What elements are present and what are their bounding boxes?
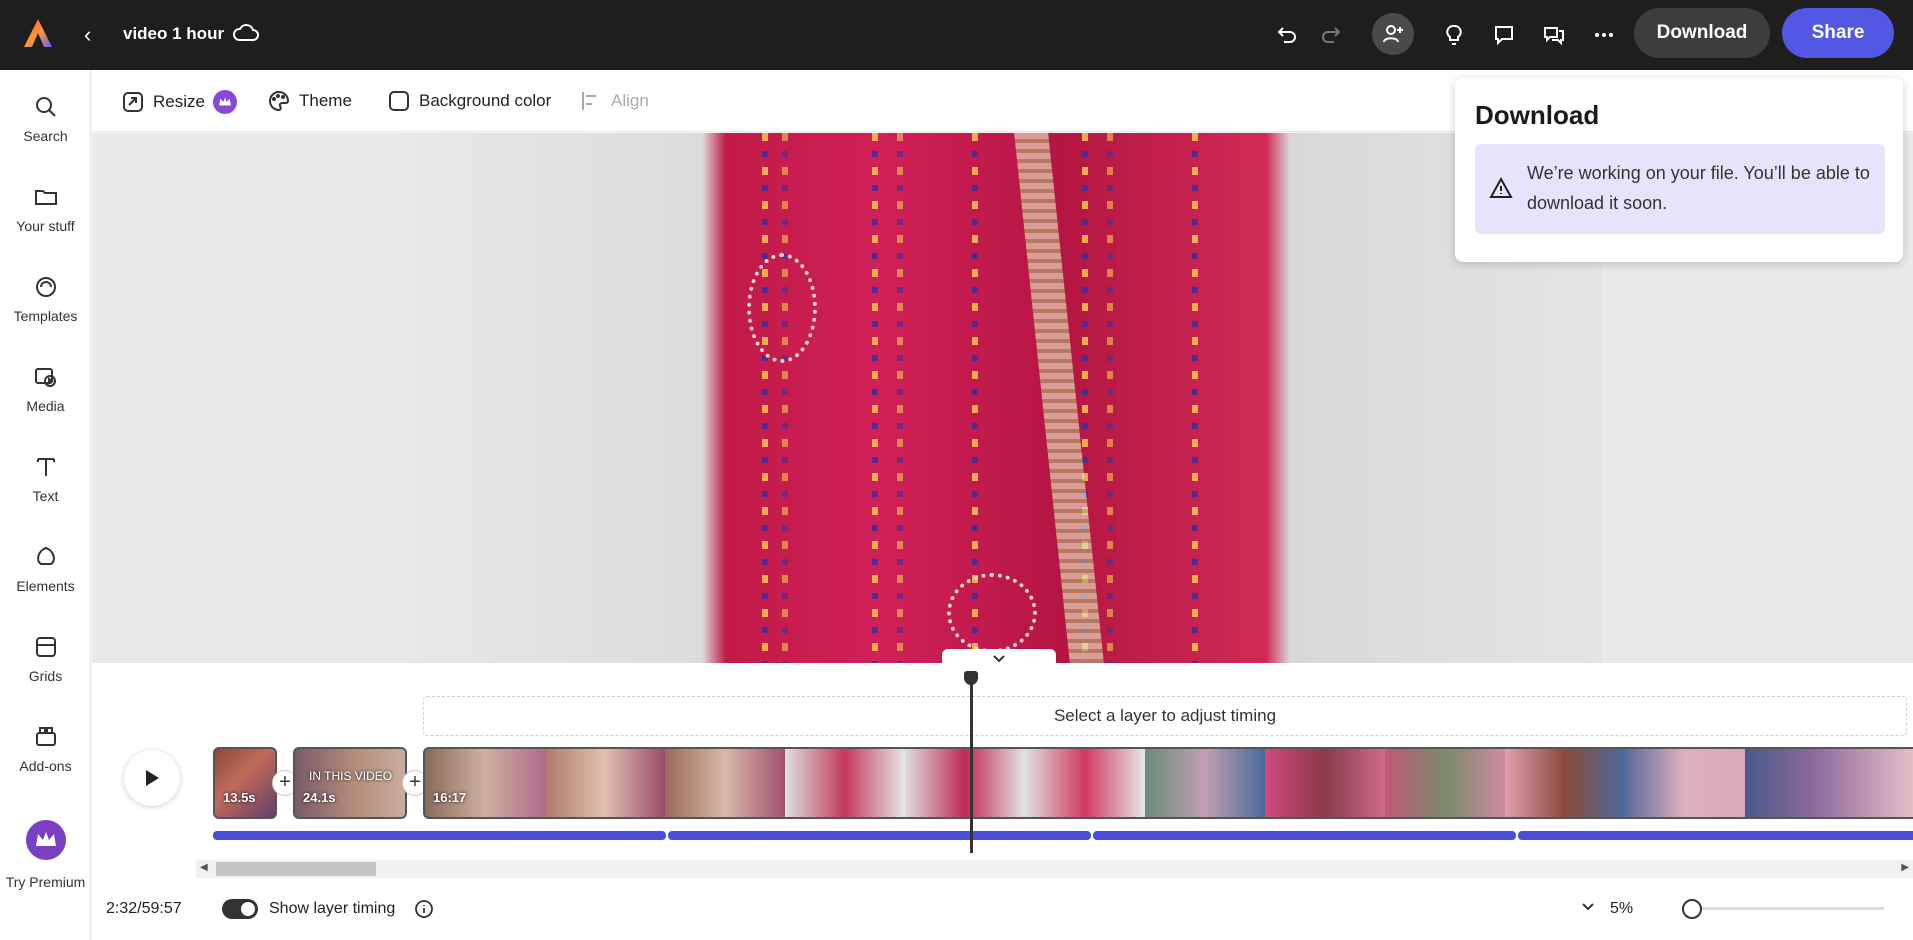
resize-button[interactable]: Resize [122, 90, 237, 114]
zoom-slider-handle[interactable] [1682, 899, 1702, 919]
align-button[interactable]: Align [580, 90, 649, 112]
download-status-message: We’re working on your file. You’ll be ab… [1475, 144, 1885, 234]
more-options-icon[interactable] [1587, 18, 1621, 52]
resize-icon [123, 92, 143, 112]
premium-crown-icon [212, 90, 237, 114]
zoom-dropdown-chevron-icon[interactable] [1580, 901, 1596, 913]
cloud-icon[interactable] [232, 20, 260, 46]
zoom-level[interactable]: 5% [1610, 900, 1633, 918]
folder-icon [34, 190, 57, 205]
clip-duration: 13.5s [223, 790, 256, 805]
sidebar-item-label: Text [32, 488, 59, 504]
theme-label: Theme [299, 91, 352, 110]
palette-icon [269, 90, 290, 112]
show-layer-timing-toggle[interactable] [222, 899, 258, 919]
top-bar: ‹ video 1 hour Download Share [0, 0, 1913, 70]
download-status-text: We’re working on your file. You’ll be ab… [1527, 163, 1870, 213]
playback-time: 2:32/59:57 [106, 900, 182, 917]
zoom-slider[interactable] [1688, 907, 1884, 910]
document-title[interactable]: video 1 hour [123, 24, 224, 44]
align-icon [582, 92, 596, 110]
color-swatch-icon [389, 91, 409, 111]
sidebar-item-search[interactable]: Search [0, 94, 91, 172]
playhead-handle[interactable] [964, 671, 978, 685]
sidebar-item-label: Media [26, 398, 65, 414]
info-icon[interactable] [414, 899, 434, 919]
crown-icon [25, 820, 66, 860]
background-color-label: Background color [419, 91, 552, 110]
show-layer-timing-label: Show layer timing [269, 900, 396, 917]
scrollbar-thumb[interactable] [216, 862, 376, 876]
chevron-down-icon [993, 655, 1005, 663]
sidebar-item-label: Elements [16, 578, 75, 594]
popover-title: Download [1475, 100, 1600, 130]
sidebar-item-label: Try Premium [5, 874, 86, 890]
download-button[interactable]: Download [1634, 8, 1770, 58]
adobe-express-logo[interactable] [22, 17, 54, 49]
comment-icon[interactable] [1487, 18, 1521, 52]
grid-icon [35, 637, 56, 657]
play-button[interactable] [124, 750, 180, 806]
sidebar-item-label: Your stuff [16, 218, 75, 234]
invite-user-button[interactable] [1372, 13, 1414, 55]
timeline-clip[interactable]: 13.5s [213, 747, 277, 819]
theme-button[interactable]: Theme [268, 90, 352, 112]
back-chevron-icon[interactable]: ‹ [84, 22, 91, 48]
audio-track-segment[interactable] [1518, 831, 1913, 840]
left-sidebar: Search Your stuff Templates Media Text E… [0, 70, 91, 940]
video-preview[interactable] [402, 133, 1602, 663]
warning-icon [1489, 176, 1513, 198]
redo-icon[interactable] [1314, 18, 1348, 52]
templates-icon [35, 277, 56, 297]
audio-track-segment[interactable] [1093, 831, 1516, 840]
sidebar-item-addons[interactable]: Add-ons [0, 724, 91, 802]
sidebar-item-label: Search [23, 128, 68, 144]
sidebar-item-label: Grids [28, 668, 63, 684]
sidebar-item-text[interactable]: Text [0, 454, 91, 532]
download-popover: Download We’re working on your file. You… [1455, 78, 1903, 262]
timeline-panel: Select a layer to adjust timing 13.5s + … [92, 649, 1913, 940]
layer-timing-hint: Select a layer to adjust timing [423, 696, 1907, 736]
share-button[interactable]: Share [1782, 8, 1894, 58]
clip-duration: 16:17 [433, 790, 467, 805]
playhead[interactable] [970, 673, 973, 853]
elements-icon [36, 546, 55, 565]
text-icon [36, 458, 55, 476]
undo-icon[interactable] [1270, 18, 1304, 52]
chat-icon[interactable] [1537, 18, 1571, 52]
resize-label: Resize [153, 92, 205, 111]
timeline-clip[interactable]: IN THIS VIDEO 24.1s [293, 747, 407, 819]
sidebar-item-templates[interactable]: Templates [0, 274, 91, 352]
clip-overlay-text: IN THIS VIDEO [309, 769, 393, 783]
background-color-button[interactable]: Background color [388, 90, 551, 112]
audio-track-segment[interactable] [213, 831, 666, 840]
audio-track-segment[interactable] [668, 831, 1091, 840]
search-icon [35, 97, 56, 117]
align-label: Align [611, 91, 649, 110]
clip-duration: 24.1s [303, 790, 336, 805]
sidebar-item-elements[interactable]: Elements [0, 544, 91, 622]
sidebar-item-label: Add-ons [19, 758, 72, 774]
sidebar-item-try-premium[interactable]: Try Premium [0, 820, 91, 920]
play-icon [146, 770, 159, 786]
sidebar-item-grids[interactable]: Grids [0, 634, 91, 712]
timeline-clip[interactable]: 16:17 [423, 747, 1913, 819]
timeline-scrollbar[interactable]: ◀ ▶ [196, 860, 1913, 878]
sidebar-item-label: Templates [13, 308, 78, 324]
addons-icon [35, 727, 56, 746]
sidebar-item-your-stuff[interactable]: Your stuff [0, 184, 91, 262]
collapse-timeline-button[interactable] [942, 649, 1056, 669]
sidebar-item-media[interactable]: Media [0, 364, 91, 442]
lightbulb-icon[interactable] [1437, 18, 1471, 52]
media-icon [34, 368, 56, 387]
